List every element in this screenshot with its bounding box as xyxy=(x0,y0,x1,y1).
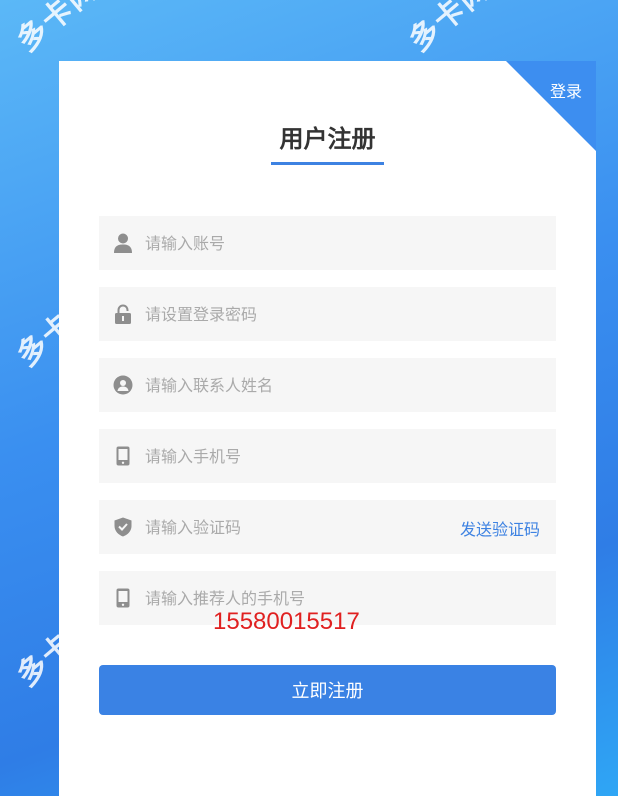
register-card: 登录 用户注册 请输入账号 请设置登录密码 请输入联系人姓名 请输入手机号 请输… xyxy=(59,61,596,796)
account-input[interactable] xyxy=(145,216,445,270)
shield-check-icon xyxy=(113,516,133,538)
contact-field xyxy=(99,358,556,412)
account-field xyxy=(99,216,556,270)
send-code-button[interactable]: 发送验证码 xyxy=(460,516,540,540)
password-field xyxy=(99,287,556,341)
mobile-phone-icon xyxy=(113,445,133,467)
contact-person-icon xyxy=(113,374,133,396)
watermark: 多卡网 xyxy=(10,0,107,59)
register-submit-button[interactable]: 立即注册 xyxy=(99,665,556,715)
lock-icon xyxy=(113,303,133,325)
login-link[interactable]: 登录 xyxy=(550,78,582,102)
code-field: 发送验证码 xyxy=(99,500,556,554)
password-input[interactable] xyxy=(145,287,445,341)
page-title: 用户注册 xyxy=(279,125,376,153)
phone-field xyxy=(99,429,556,483)
phone-input[interactable] xyxy=(145,429,445,483)
user-icon xyxy=(113,232,133,254)
title-underline xyxy=(271,162,384,165)
contact-name-input[interactable] xyxy=(145,358,445,412)
referrer-number-overlay: 15580015517 xyxy=(213,608,360,635)
mobile-phone-icon xyxy=(113,587,133,609)
watermark: 多卡网 xyxy=(402,0,499,59)
verification-code-input[interactable] xyxy=(145,500,445,554)
